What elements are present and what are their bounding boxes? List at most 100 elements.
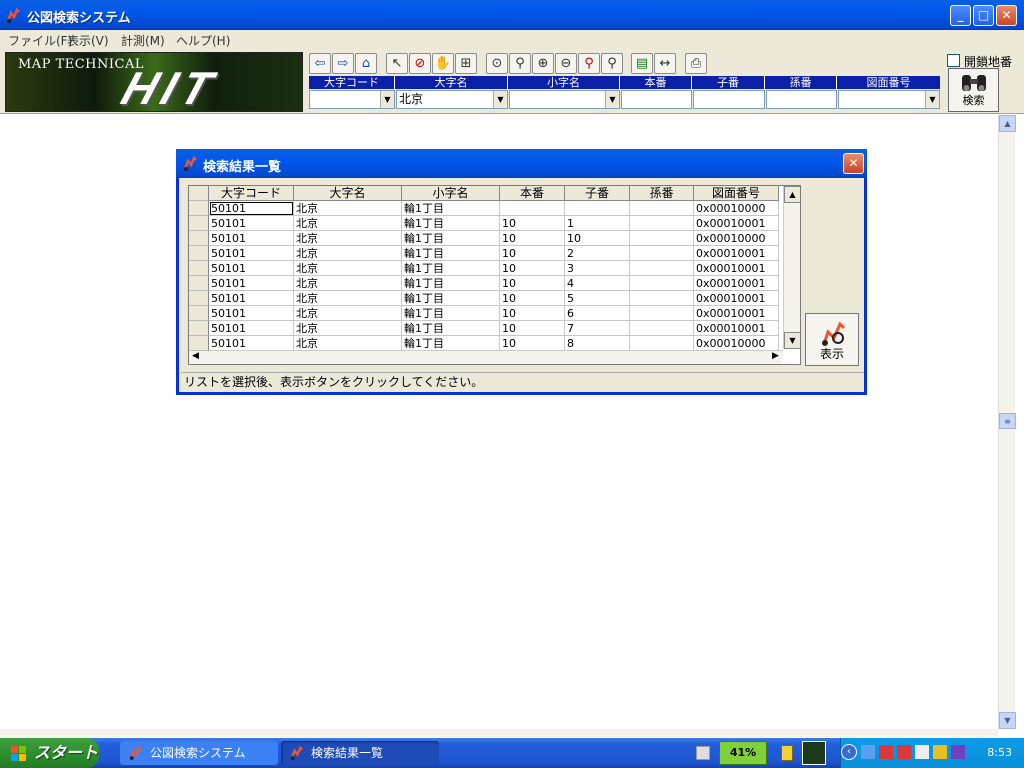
- scroll-up-icon[interactable]: ▲: [784, 186, 800, 203]
- grid-cell[interactable]: 10: [500, 306, 565, 321]
- grid-cell[interactable]: 輪1丁目: [402, 336, 500, 351]
- grid-cell[interactable]: 10: [500, 216, 565, 231]
- grid-cell[interactable]: 50101: [209, 216, 294, 231]
- grid-cell[interactable]: 50101: [209, 306, 294, 321]
- tray-icon-4[interactable]: [915, 745, 929, 759]
- grid-horizontal-scrollbar[interactable]: ◀ ▶: [189, 350, 783, 364]
- grid-cell[interactable]: 北京: [294, 321, 402, 336]
- grid-cell[interactable]: [630, 216, 694, 231]
- grid-cell[interactable]: 50101: [209, 246, 294, 261]
- print-icon[interactable]: ⎙: [685, 53, 707, 74]
- grid-cell[interactable]: 0x00010001: [694, 246, 779, 261]
- grid-cell[interactable]: 輪1丁目: [402, 201, 500, 216]
- closed-lot-checkbox[interactable]: [947, 54, 960, 67]
- scroll-left-icon[interactable]: ◀: [192, 351, 199, 361]
- grid-cell[interactable]: 輪1丁目: [402, 321, 500, 336]
- zoom-out-icon[interactable]: ⊖: [555, 53, 577, 74]
- koban-input[interactable]: [693, 90, 765, 109]
- grid-cell[interactable]: 50101: [209, 231, 294, 246]
- dialog-close-button[interactable]: ✕: [843, 153, 864, 174]
- map-number-select[interactable]: ▼: [838, 90, 940, 109]
- grid-vertical-scrollbar[interactable]: ▲ ▼: [783, 186, 800, 349]
- grid-cell[interactable]: [630, 261, 694, 276]
- menu-measure[interactable]: 計測(M): [121, 32, 165, 49]
- grid-cell[interactable]: 10: [500, 321, 565, 336]
- grid-cell[interactable]: 北京: [294, 276, 402, 291]
- grid-cell[interactable]: 北京: [294, 306, 402, 321]
- grid-cell[interactable]: 0x00010001: [694, 261, 779, 276]
- keyboard-icon[interactable]: [696, 746, 710, 760]
- chevron-down-icon[interactable]: ▼: [925, 91, 939, 108]
- battery-indicator[interactable]: 41%: [719, 741, 767, 765]
- grid-cell[interactable]: 北京: [294, 231, 402, 246]
- grid-cell[interactable]: [630, 201, 694, 216]
- main-vertical-scrollbar[interactable]: ▲ ≡ ▼: [998, 115, 1016, 729]
- grid-cell[interactable]: 10: [565, 231, 630, 246]
- closed-lot-checkbox-area[interactable]: 開鎖地番: [947, 53, 1023, 69]
- grid-cell[interactable]: 0x00010001: [694, 306, 779, 321]
- oaza-code-select[interactable]: ▼: [309, 90, 395, 109]
- tray-icon-6[interactable]: [951, 745, 965, 759]
- grid-cell[interactable]: 0x00010000: [694, 201, 779, 216]
- grid-cell[interactable]: 0x00010001: [694, 276, 779, 291]
- grid-cell[interactable]: 輪1丁目: [402, 231, 500, 246]
- chevron-left-icon[interactable]: ‹: [841, 744, 857, 760]
- grid-column-header[interactable]: 大字コード: [209, 186, 294, 201]
- no-select-icon[interactable]: ⊘: [409, 53, 431, 74]
- menu-view[interactable]: 表示(V): [67, 32, 109, 49]
- oaza-name-select[interactable]: 北京 ▼: [396, 90, 508, 109]
- network-icon[interactable]: [802, 741, 826, 765]
- grid-cell[interactable]: 輪1丁目: [402, 306, 500, 321]
- row-selector[interactable]: [189, 336, 209, 351]
- power-icon[interactable]: [781, 745, 793, 761]
- row-selector[interactable]: [189, 261, 209, 276]
- maximize-button[interactable]: □: [973, 5, 994, 26]
- grid-cell[interactable]: 0x00010001: [694, 291, 779, 306]
- zoom-box-icon[interactable]: ⊞: [455, 53, 477, 74]
- grid-column-header[interactable]: 本番: [500, 186, 565, 201]
- scroll-right-icon[interactable]: ▶: [772, 351, 779, 361]
- grid-column-header[interactable]: 小字名: [402, 186, 500, 201]
- grid-cell[interactable]: [630, 246, 694, 261]
- tray-icon-1[interactable]: [861, 745, 875, 759]
- grid-cell[interactable]: 北京: [294, 261, 402, 276]
- grid-cell[interactable]: [630, 231, 694, 246]
- chevron-down-icon[interactable]: ▼: [380, 91, 394, 108]
- grid-cell[interactable]: 5: [565, 291, 630, 306]
- row-selector[interactable]: [189, 276, 209, 291]
- row-selector[interactable]: [189, 306, 209, 321]
- grid-cell[interactable]: 北京: [294, 291, 402, 306]
- grid-cell[interactable]: 10: [500, 246, 565, 261]
- row-selector[interactable]: [189, 321, 209, 336]
- grid-cell[interactable]: 1: [565, 216, 630, 231]
- tray-icon-3[interactable]: [897, 745, 911, 759]
- row-selector[interactable]: [189, 216, 209, 231]
- row-selector[interactable]: [189, 231, 209, 246]
- row-selector[interactable]: [189, 246, 209, 261]
- grid-column-header[interactable]: 子番: [565, 186, 630, 201]
- results-grid[interactable]: ▲ ▼ ◀ ▶ 大字コード 大字名 小字名 本番 子番 孫番 図面番号 50101 北京 輪1丁目…: [188, 185, 801, 365]
- search-button[interactable]: 検索: [948, 68, 999, 112]
- scroll-down-icon[interactable]: ▼: [999, 712, 1016, 729]
- grid-cell[interactable]: [500, 201, 565, 216]
- grid-cell[interactable]: 3: [565, 261, 630, 276]
- grid-cell[interactable]: 7: [565, 321, 630, 336]
- start-button[interactable]: スタート: [0, 738, 99, 768]
- grid-cell[interactable]: 北京: [294, 201, 402, 216]
- scroll-down-icon[interactable]: ▼: [784, 332, 800, 349]
- grid-cell[interactable]: 輪1丁目: [402, 276, 500, 291]
- grid-cell[interactable]: 0x00010000: [694, 231, 779, 246]
- chevron-down-icon[interactable]: ▼: [605, 91, 619, 108]
- grid-cell[interactable]: 輪1丁目: [402, 291, 500, 306]
- grid-cell[interactable]: 50101: [209, 321, 294, 336]
- back-icon[interactable]: ⇦: [309, 53, 331, 74]
- grid-cell[interactable]: 50101: [209, 291, 294, 306]
- grid-cell[interactable]: 輪1丁目: [402, 246, 500, 261]
- hand-icon[interactable]: ✋: [432, 53, 454, 74]
- honban-input[interactable]: [621, 90, 692, 109]
- grid-cell[interactable]: 輪1丁目: [402, 216, 500, 231]
- main-horizontal-scrollbar[interactable]: [0, 729, 998, 737]
- grid-cell[interactable]: 4: [565, 276, 630, 291]
- center-icon[interactable]: ⊙: [486, 53, 508, 74]
- grid-cell[interactable]: 輪1丁目: [402, 261, 500, 276]
